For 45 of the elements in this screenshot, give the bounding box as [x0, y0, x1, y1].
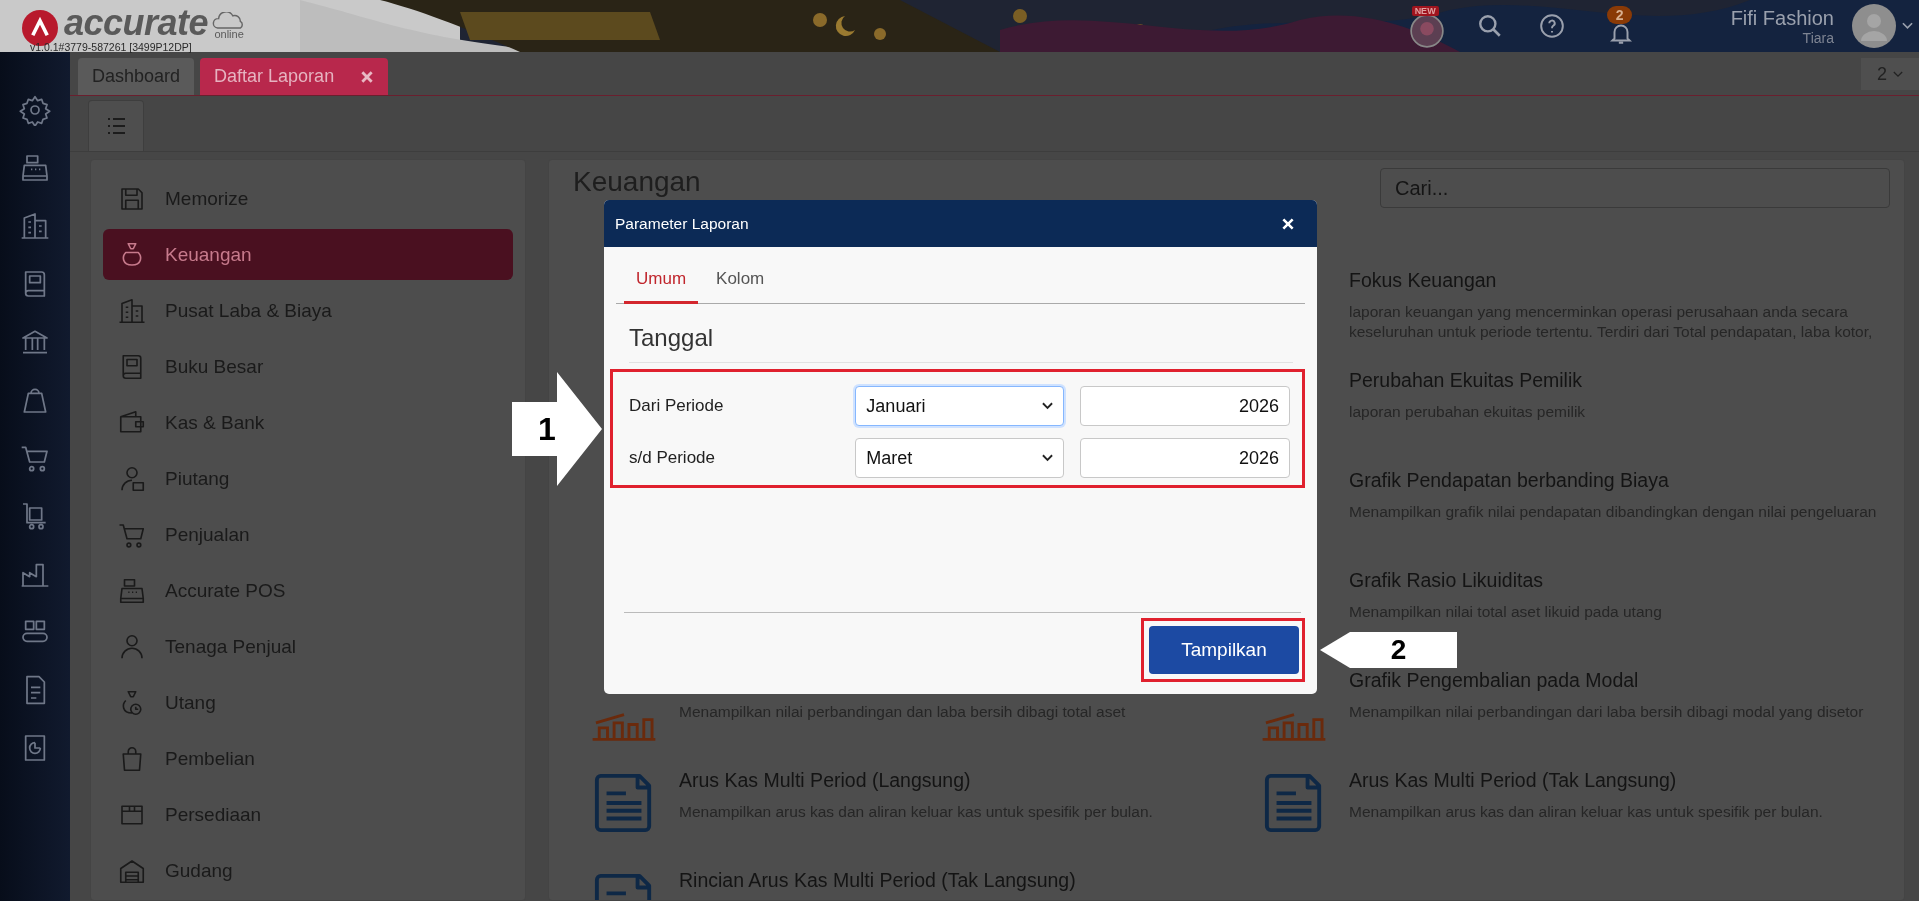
bar-chart-icon	[591, 712, 657, 742]
bar-chart-icon	[1261, 712, 1327, 742]
version-text: v1.0.1#3779-587261 [3499P12DP]	[30, 41, 193, 53]
help-icon[interactable]	[1538, 13, 1565, 39]
tab[interactable]: Dashboard	[78, 58, 195, 95]
logo-subtitle: online	[214, 28, 244, 40]
company-name: Fifi Fashion	[1730, 6, 1834, 30]
user-avatar-icon[interactable]	[1852, 4, 1896, 48]
report-title[interactable]: Grafik Rasio Likuiditas	[1349, 568, 1662, 592]
avatar-icon[interactable]	[1409, 14, 1444, 48]
search-field[interactable]: Cari...	[1380, 168, 1890, 208]
year-field[interactable]: 2026	[1080, 386, 1290, 426]
annotation-number: 1	[538, 412, 556, 446]
chevron-down-icon	[1893, 70, 1903, 78]
report-title[interactable]: Rincian Arus Kas Multi Period (Tak Langsung)	[679, 868, 1076, 892]
cash-register-icon[interactable]	[19, 152, 51, 184]
chevron-down-icon[interactable]	[1902, 22, 1913, 30]
menu-item[interactable]: Keuangan	[103, 229, 513, 280]
menu-label: Keuangan	[165, 243, 252, 266]
report-title[interactable]: Arus Kas Multi Period (Langsung)	[679, 768, 1153, 792]
annotation-number: 2	[1390, 635, 1407, 665]
new-badge: NEW	[1411, 6, 1439, 16]
logo-text: accurate	[64, 3, 209, 42]
tab[interactable]: Umum	[624, 259, 699, 304]
chevron-down-icon	[1042, 454, 1053, 462]
report-title[interactable]: Grafik Pendapatan berbanding Biaya	[1349, 468, 1877, 492]
show-button[interactable]: Tampilkan	[1149, 626, 1299, 674]
search-icon[interactable]	[1476, 13, 1503, 39]
month-dropdown[interactable]: Januari	[855, 386, 1064, 426]
report-title[interactable]: Grafik Pengembalian pada Modal	[1349, 668, 1864, 692]
year-field[interactable]: 2026	[1080, 438, 1290, 478]
user-name: Tiara	[1802, 30, 1834, 46]
tab[interactable]: Daftar Laporan	[200, 58, 389, 95]
month-dropdown[interactable]: Maret	[855, 438, 1064, 478]
chevron-down-icon	[1042, 402, 1053, 410]
dialog-title: Parameter Laporan	[615, 214, 749, 233]
field-label: s/d Periode	[629, 448, 716, 468]
building-icon[interactable]	[19, 210, 51, 242]
section-title: Tanggal	[629, 304, 1293, 363]
field-label: Dari Periode	[629, 396, 725, 416]
settings-icon[interactable]	[19, 94, 51, 126]
report-title[interactable]: Fokus Keuangan	[1349, 268, 1889, 292]
report-title[interactable]: Arus Kas Multi Period (Tak Langsung)	[1349, 768, 1823, 792]
report-title[interactable]: Perubahan Ekuitas Pemilik	[1349, 368, 1586, 392]
tab[interactable]: Kolom	[704, 259, 777, 304]
